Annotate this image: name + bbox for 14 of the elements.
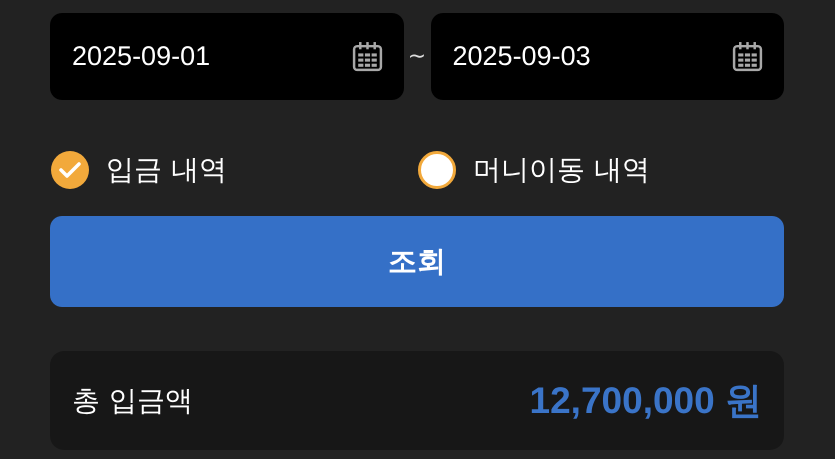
start-date-field[interactable]: 2025-09-01 [50, 13, 404, 100]
filter-label[interactable]: 입금 내역 [106, 151, 227, 189]
total-amount: 12,700,000 원 [530, 378, 762, 422]
range-separator: ~ [406, 44, 428, 69]
checked-radio-icon[interactable] [50, 150, 90, 190]
end-date-field[interactable]: 2025-09-03 [430, 13, 784, 100]
calendar-icon[interactable] [350, 40, 384, 73]
search-button[interactable]: 조회 [50, 216, 784, 307]
filter-label[interactable]: 머니이동 내역 [473, 151, 650, 189]
calendar-icon[interactable] [731, 40, 764, 73]
radio-icon[interactable] [417, 150, 457, 190]
start-date-value: 2025-09-01 [72, 41, 210, 72]
total-label: 총 입금액 [72, 382, 193, 418]
end-date-value: 2025-09-03 [452, 41, 591, 72]
